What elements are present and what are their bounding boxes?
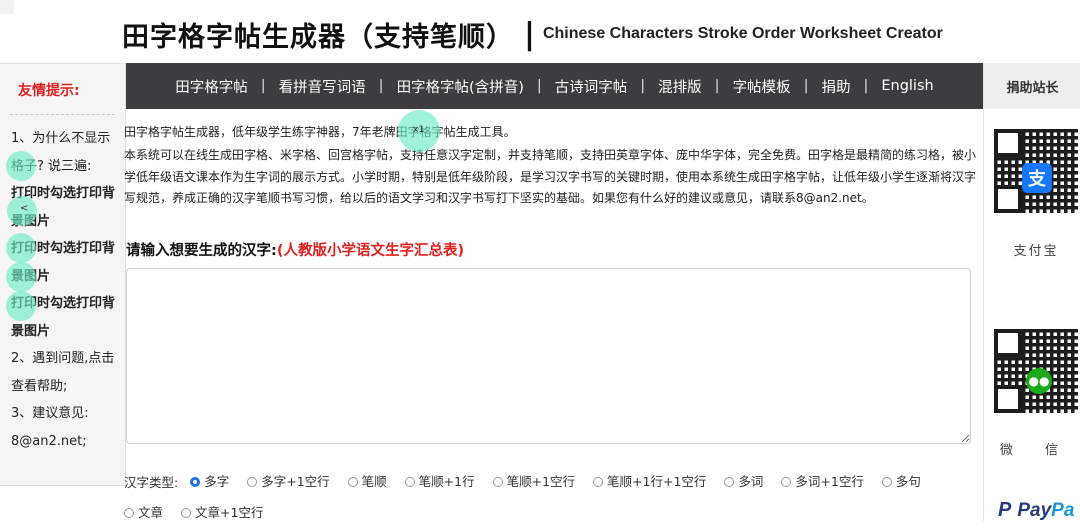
title-separator: |: [524, 16, 535, 52]
nav-item[interactable]: 字帖模板: [730, 76, 794, 97]
radio-circle-icon: [593, 477, 604, 487]
tips-title: 友情提示:: [18, 83, 80, 99]
character-type-radio[interactable]: 多词: [724, 467, 763, 497]
radio-circle-icon: [492, 477, 503, 487]
radio-label: 多词+1空行: [795, 474, 864, 489]
page-title: 田字格字帖生成器（支持笔顺） | Chinese Characters Stro…: [122, 14, 943, 54]
radio-label: 文章: [138, 505, 164, 520]
alipay-label: 支付宝: [1013, 244, 1059, 259]
title-chinese: 田字格字帖生成器（支持笔顺）: [122, 21, 514, 53]
input-prompt: 请输入想要生成的汉字:(人教版小学语文生字汇总表): [126, 243, 465, 259]
tip-line: 查看帮助;: [11, 378, 68, 394]
radio-circle-icon: [190, 477, 201, 487]
nav-item[interactable]: 田字格字帖: [172, 76, 251, 97]
radio-circle-icon: [404, 477, 415, 487]
back-arrow-icon: <: [20, 203, 29, 214]
character-type-radio[interactable]: 多字+1空行: [247, 467, 330, 497]
character-type-radio[interactable]: 笔顺: [347, 467, 387, 497]
corner-square: [0, 0, 14, 14]
paypal-button[interactable]: P Pay Pa: [998, 499, 1074, 522]
radio-circle-icon: [781, 477, 792, 487]
nav-separator: |: [640, 78, 646, 94]
donate-title: 捐助站长: [984, 63, 1080, 109]
nav-separator: |: [378, 78, 384, 94]
character-type-radio[interactable]: 多词+1空行: [781, 467, 864, 497]
paypal-icon: P: [998, 499, 1012, 521]
donate-sidebar: 捐助站长 支 支付宝 ●● 微 信 P Pay Pa: [983, 63, 1080, 521]
tip-line: 格子? 说三遍:: [11, 158, 92, 174]
character-type-label: 汉字类型:: [124, 475, 179, 490]
radio-label: 笔顺+1空行: [506, 474, 576, 489]
touch-indicator-label: x1: [413, 125, 425, 135]
radio-circle-icon: [347, 477, 358, 487]
tips-list: 1、为什么不显示 格子? 说三遍: 打印时勾选打印背 景图片 打印时勾选打印背 景图片 打印…: [0, 115, 125, 455]
character-type-radio[interactable]: 文章+1空行: [181, 498, 263, 528]
character-type-options: 汉字类型: 多字 多字+1空行 笔顺 笔顺+1行 笔顺+1空行 笔顺+1行+1空行 多词 多词…: [124, 467, 972, 529]
radio-circle-icon: [724, 477, 735, 487]
radio-label: 笔顺: [361, 474, 387, 489]
tip-line: 景图片: [11, 268, 51, 284]
radio-label: 多句: [895, 474, 921, 489]
tip-line: 3、建议意见:: [11, 406, 89, 421]
title-english: Chinese Characters Stroke Order Workshee…: [542, 25, 943, 42]
wechat-icon: ●●: [1026, 368, 1052, 394]
radio-circle-icon: [881, 477, 892, 487]
main-nav: 田字格字帖 | 看拼音写词语 | 田字格字帖(含拼音) | 古诗词字帖 | 混排版 | 字帖模板 | 捐…: [126, 63, 983, 109]
wechat-label: 微 信: [999, 443, 1073, 458]
tips-sidebar: 友情提示: 1、为什么不显示 格子? 说三遍: 打印时勾选打印背 景图片 打印时勾选打印…: [0, 63, 126, 486]
character-type-radio[interactable]: 笔顺+1行: [404, 467, 475, 497]
intro-paragraph: 本系统可以在线生成田字格、米字格、回宫格字帖，支持任意汉字定制，并支持笔顺，支持…: [124, 148, 977, 205]
radio-label: 多字+1空行: [261, 474, 330, 489]
radio-label: 多词: [738, 474, 764, 489]
nav-item[interactable]: 古诗词字帖: [552, 76, 631, 97]
nav-item[interactable]: 看拼音写词语: [276, 76, 369, 97]
character-type-radio[interactable]: 文章: [124, 498, 163, 528]
intro-tagline: 田字格字帖生成器，低年级学生练字神器，7年老牌田字格字帖生成工具。: [124, 125, 516, 139]
tip-line: 景图片: [11, 323, 51, 339]
character-type-radio[interactable]: 笔顺+1空行: [492, 467, 576, 497]
radio-circle-icon: [181, 508, 192, 518]
radio-label: 笔顺+1行+1空行: [607, 474, 707, 489]
radio-label: 笔顺+1行: [418, 474, 475, 489]
radio-label: 多字: [204, 474, 230, 489]
nav-item[interactable]: 田字格字帖(含拼音): [394, 76, 527, 97]
nav-item[interactable]: English: [878, 78, 936, 94]
character-type-radio[interactable]: 多句: [881, 467, 921, 497]
radio-circle-icon: [247, 477, 258, 487]
character-type-radio[interactable]: 笔顺+1行+1空行: [593, 467, 706, 497]
tip-line: 8@an2.net;: [11, 433, 87, 449]
nav-item[interactable]: 混排版: [655, 76, 705, 97]
nav-separator: |: [863, 78, 869, 94]
tip-line: 2、遇到问题,点击: [11, 351, 115, 366]
nav-separator: |: [803, 78, 809, 94]
character-type-radio[interactable]: 多字: [190, 467, 229, 497]
alipay-icon: 支: [1022, 163, 1052, 193]
nav-separator: |: [714, 78, 720, 94]
nav-separator: |: [260, 78, 266, 94]
nav-separator: |: [536, 78, 542, 94]
character-list-link[interactable]: (人教版小学语文生字汇总表): [277, 243, 464, 259]
radio-label: 文章+1空行: [195, 505, 264, 520]
characters-input[interactable]: [126, 268, 971, 444]
tip-line: 打印时勾选打印背: [11, 296, 116, 311]
nav-item[interactable]: 捐助: [818, 76, 853, 97]
tip-line: 打印时勾选打印背: [11, 241, 116, 256]
radio-circle-icon: [124, 508, 134, 518]
tip-line: 1、为什么不显示: [11, 131, 111, 146]
